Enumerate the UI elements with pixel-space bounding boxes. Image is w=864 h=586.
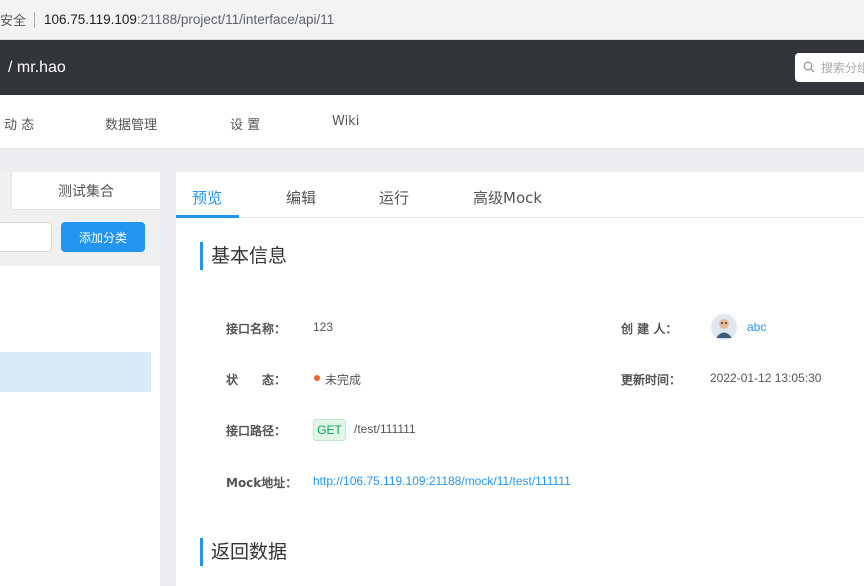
- app-header: / mr.hao 搜索分组: [0, 40, 864, 95]
- search-input[interactable]: 搜索分组: [821, 59, 864, 76]
- tab-interface-list[interactable]: [0, 172, 12, 210]
- nav-settings[interactable]: 设 置: [230, 114, 260, 133]
- search-icon: [803, 58, 815, 77]
- avatar[interactable]: [711, 314, 737, 340]
- interface-name-label: 接口名称：: [226, 322, 287, 336]
- url-path: :21188/project/11/interface/api/11: [136, 12, 335, 27]
- interface-path-label: 接口路径：: [226, 424, 287, 438]
- nav-data-management[interactable]: 数据管理: [105, 114, 157, 133]
- section-title-basic-info: 基本信息: [200, 242, 287, 270]
- nav-activity[interactable]: 动 态: [4, 114, 34, 133]
- updated-time-label: 更新时间：: [621, 373, 682, 387]
- sidebar: 测试集合 添加分类: [0, 172, 160, 586]
- mock-url-link[interactable]: http://106.75.119.109:21188/mock/11/test…: [313, 474, 571, 488]
- tab-advanced-mock[interactable]: 高级Mock: [473, 187, 542, 208]
- status-value: 未完成: [325, 373, 362, 387]
- status-dot-icon: [314, 375, 320, 381]
- status-label: 状 态：: [226, 373, 287, 387]
- updated-time-value: 2022-01-12 13:05:30: [710, 371, 822, 385]
- tab-edit[interactable]: 编辑: [286, 187, 316, 208]
- tab-test-collection[interactable]: 测试集合: [12, 172, 160, 210]
- sidebar-toolbar: 添加分类: [0, 210, 160, 266]
- interface-name-value: 123: [313, 320, 334, 334]
- interface-path-value: /test/111111: [354, 422, 416, 436]
- creator-label: 创 建 人：: [621, 322, 678, 336]
- active-tab-indicator: [176, 215, 239, 218]
- add-category-button[interactable]: 添加分类: [61, 222, 145, 252]
- method-badge: GET: [313, 419, 346, 441]
- url-host: 106.75.119.109: [44, 12, 137, 27]
- section-title-return-data: 返回数据: [200, 538, 287, 566]
- detail-tabs: 预览 编辑 运行 高级Mock: [176, 172, 864, 218]
- selected-interface-row[interactable]: [0, 352, 151, 392]
- divider: [34, 11, 36, 28]
- creator-link[interactable]: abc: [747, 320, 766, 334]
- browser-address-bar: 安全 106.75.119.109:21188/project/11/inter…: [0, 0, 864, 40]
- url-field[interactable]: 106.75.119.109:21188/project/11/interfac…: [44, 12, 334, 27]
- project-nav: 动 态 数据管理 设 置 Wiki: [0, 95, 864, 149]
- tab-run[interactable]: 运行: [379, 187, 409, 208]
- search-box[interactable]: 搜索分组: [795, 53, 864, 82]
- mock-url-label: Mock地址：: [226, 476, 298, 490]
- breadcrumb[interactable]: / mr.hao: [8, 59, 66, 77]
- filter-input[interactable]: [0, 222, 52, 252]
- interface-detail: 预览 编辑 运行 高级Mock 基本信息 接口名称： 123 创 建 人： ab…: [176, 172, 864, 586]
- security-label[interactable]: 安全: [0, 10, 26, 29]
- tab-preview[interactable]: 预览: [192, 187, 222, 208]
- nav-wiki[interactable]: Wiki: [332, 114, 359, 129]
